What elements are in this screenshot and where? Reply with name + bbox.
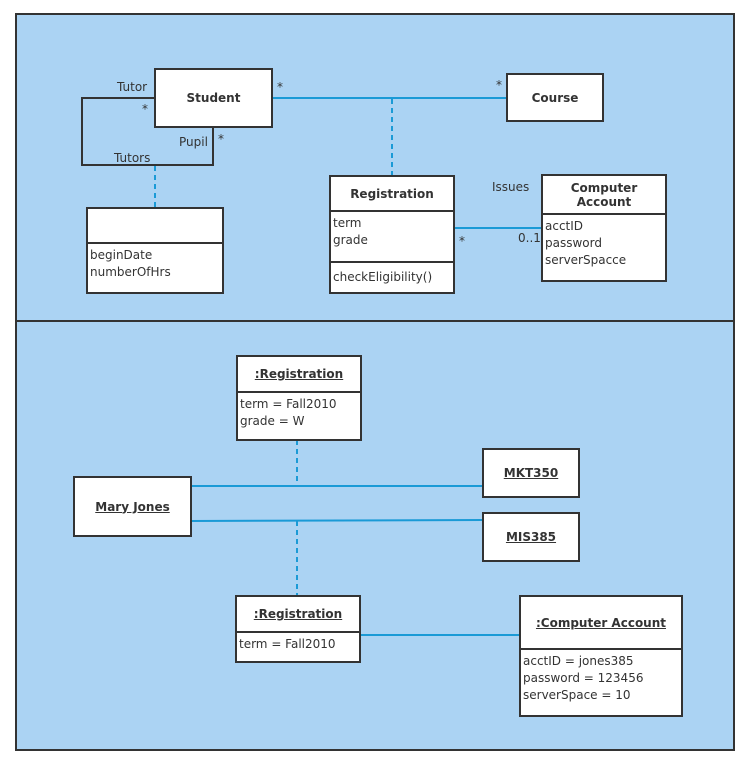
registration1-object[interactable]: :Registration term = Fall2010 grade = W (236, 355, 362, 441)
computer-account-class[interactable]: Computer Account acctID password serverSpa… (541, 174, 667, 282)
tutor-multiplicity: * (142, 102, 148, 116)
course-multiplicity: * (496, 78, 502, 92)
registration-class[interactable]: Registration term grade checkEligibility(… (329, 175, 455, 294)
computer-account-object[interactable]: :Computer Account acctID = jones385 passw… (519, 595, 683, 717)
mis385-object[interactable]: MIS385 (482, 512, 580, 562)
student-class[interactable]: Student (154, 68, 273, 128)
tutoring-association-class[interactable]: beginDate numberOfHrs (86, 207, 224, 294)
mary-jones-object[interactable]: Mary Jones (73, 476, 192, 537)
tutors-association-label: Tutors (114, 151, 151, 165)
mkt350-object[interactable]: MKT350 (482, 448, 580, 498)
course-class[interactable]: Course (506, 73, 604, 122)
student-course-multiplicity: * (277, 80, 283, 94)
registration2-object[interactable]: :Registration term = Fall2010 (235, 595, 361, 663)
issues-label: Issues (492, 180, 530, 194)
registration-multiplicity: * (459, 234, 465, 248)
tutor-role: Tutor (117, 80, 148, 94)
account-multiplicity: 0..1 (518, 231, 541, 245)
pupil-role: Pupil (179, 135, 208, 149)
pupil-multiplicity: * (218, 132, 224, 146)
mary-mis-link (190, 519, 484, 522)
